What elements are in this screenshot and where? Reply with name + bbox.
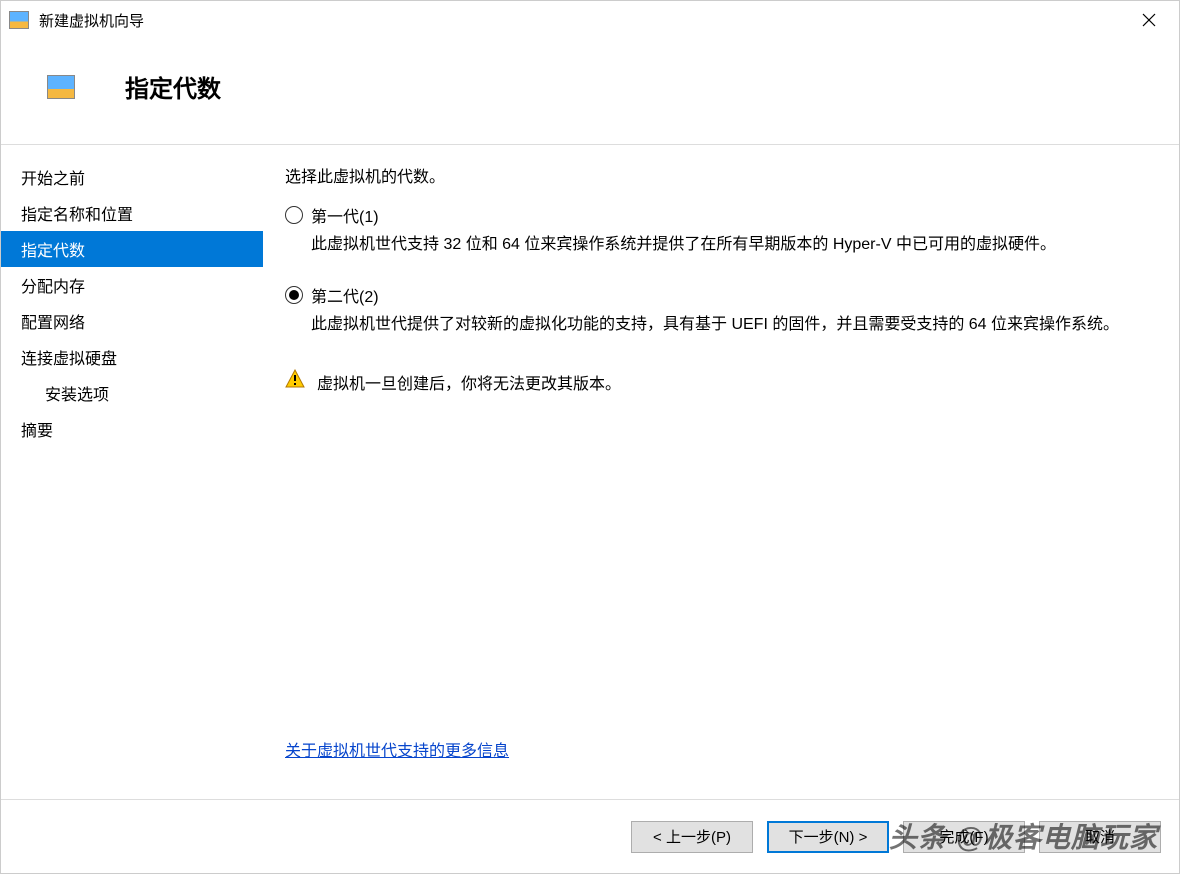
next-button[interactable]: 下一步(N) > <box>767 821 889 853</box>
sidebar-item-summary[interactable]: 摘要 <box>1 411 263 447</box>
content-area: 开始之前 指定名称和位置 指定代数 分配内存 配置网络 连接虚拟硬盘 安装选项 … <box>1 145 1179 799</box>
more-info-link[interactable]: 关于虚拟机世代支持的更多信息 <box>285 743 509 760</box>
radio-label-gen1: 第一代(1) <box>311 203 379 227</box>
page-title: 指定代数 <box>125 69 221 104</box>
radio-label-gen2: 第二代(2) <box>311 283 379 307</box>
sidebar-item-before-begin[interactable]: 开始之前 <box>1 159 263 195</box>
back-button[interactable]: < 上一步(P) <box>631 821 753 853</box>
radio-icon <box>285 206 303 224</box>
sidebar-item-install-options[interactable]: 安装选项 <box>1 375 263 411</box>
sidebar-item-generation[interactable]: 指定代数 <box>1 231 263 267</box>
wizard-window: 新建虚拟机向导 指定代数 开始之前 指定名称和位置 指定代数 分配内存 配置网络… <box>0 0 1180 874</box>
radio-group-gen2: 第二代(2) 此虚拟机世代提供了对较新的虚拟化功能的支持，具有基于 UEFI 的… <box>285 283 1157 353</box>
radio-desc-gen1: 此虚拟机世代支持 32 位和 64 位来宾操作系统并提供了在所有早期版本的 Hy… <box>311 233 1157 257</box>
radio-desc-gen2: 此虚拟机世代提供了对较新的虚拟化功能的支持，具有基于 UEFI 的固件，并且需要… <box>311 313 1157 337</box>
more-info-row: 关于虚拟机世代支持的更多信息 <box>285 737 1157 761</box>
radio-icon <box>285 286 303 304</box>
wizard-footer: < 上一步(P) 下一步(N) > 完成(F) 取消 <box>1 799 1179 873</box>
wizard-header: 指定代数 <box>1 39 1179 144</box>
sidebar-item-network[interactable]: 配置网络 <box>1 303 263 339</box>
sidebar-item-disk[interactable]: 连接虚拟硬盘 <box>1 339 263 375</box>
sidebar-item-memory[interactable]: 分配内存 <box>1 267 263 303</box>
window-title: 新建虚拟机向导 <box>39 10 1127 31</box>
main-content: 选择此虚拟机的代数。 第一代(1) 此虚拟机世代支持 32 位和 64 位来宾操… <box>263 145 1179 799</box>
radio-option-gen1[interactable]: 第一代(1) <box>285 203 1157 227</box>
warning-row: 虚拟机一旦创建后，你将无法更改其版本。 <box>285 369 1157 394</box>
finish-button[interactable]: 完成(F) <box>903 821 1025 853</box>
cancel-button[interactable]: 取消 <box>1039 821 1161 853</box>
sidebar-item-name-location[interactable]: 指定名称和位置 <box>1 195 263 231</box>
close-button[interactable] <box>1127 5 1171 35</box>
radio-group-gen1: 第一代(1) 此虚拟机世代支持 32 位和 64 位来宾操作系统并提供了在所有早… <box>285 203 1157 273</box>
radio-option-gen2[interactable]: 第二代(2) <box>285 283 1157 307</box>
close-icon <box>1142 13 1156 27</box>
app-icon <box>9 11 29 29</box>
wizard-sidebar: 开始之前 指定名称和位置 指定代数 分配内存 配置网络 连接虚拟硬盘 安装选项 … <box>1 145 263 799</box>
titlebar: 新建虚拟机向导 <box>1 1 1179 39</box>
warning-icon <box>285 369 305 389</box>
prompt-text: 选择此虚拟机的代数。 <box>285 163 1157 187</box>
warning-text: 虚拟机一旦创建后，你将无法更改其版本。 <box>317 369 621 394</box>
wizard-header-icon <box>47 75 75 99</box>
